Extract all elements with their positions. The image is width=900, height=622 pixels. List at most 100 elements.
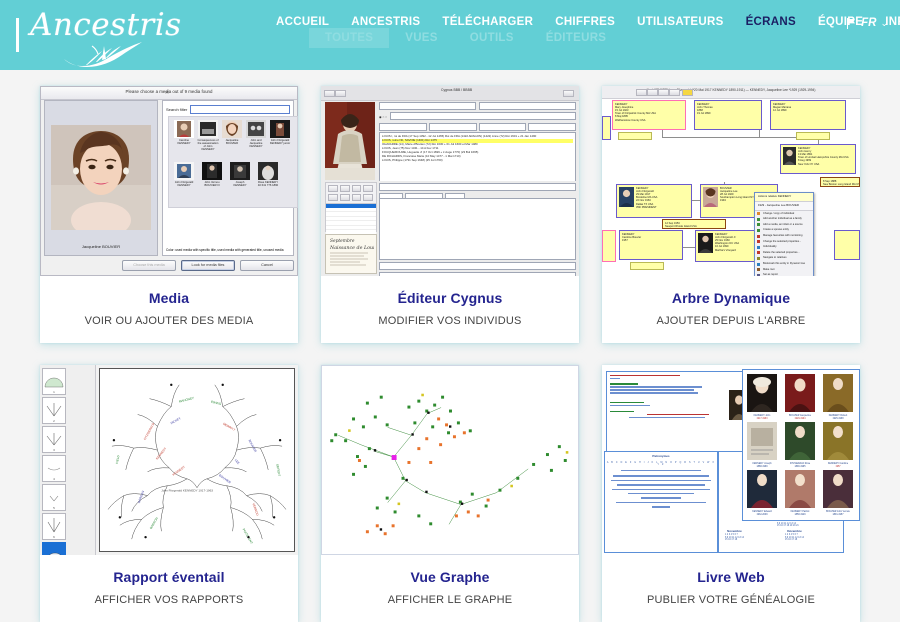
tree-zoom-in-icon[interactable] <box>636 89 647 96</box>
web-book-document-panel[interactable] <box>606 371 754 453</box>
fan-thumbnail-7[interactable]: 7 <box>42 542 66 555</box>
events-toolbar-icon-4[interactable] <box>363 185 373 192</box>
subnav-item-editeurs[interactable]: ÉDITEURS <box>530 28 623 48</box>
main-navigation: ACCUEIL ANCESTRIS TÉLÉCHARGER CHIFFRES U… <box>265 0 900 70</box>
tree-settings-icon[interactable] <box>669 89 680 96</box>
toolbar-button-1[interactable] <box>324 90 335 97</box>
web-book-gallery-panel[interactable]: KENNEDY John 1917-1963 BOUVIER Jacqueline… <box>742 369 860 521</box>
tree-node-edge[interactable] <box>602 116 611 140</box>
context-menu-item-11[interactable]: Set as report <box>755 273 813 276</box>
events-toolbar-icon-2[interactable] <box>339 185 350 192</box>
tree-family-node[interactable] <box>630 262 664 270</box>
tree-bookmark-icon[interactable] <box>682 89 693 96</box>
nav-item-ecrans[interactable]: ÉCRANS <box>735 16 807 28</box>
action-bar-1[interactable] <box>379 123 427 131</box>
tree-family-node[interactable]: 12 Sep 1953 Newport Rhode Island USA <box>662 219 726 229</box>
events-toolbar-icon-1[interactable] <box>328 185 338 192</box>
tree-node[interactable]: KENNEDY Megan Mariana 12 Jul 1899 <box>770 100 846 130</box>
fan-chart-canvas[interactable]: John Fitzgerald KENNEDY 1917-1963 KENNED… <box>99 368 295 552</box>
nav-item-chiffres[interactable]: CHIFFRES <box>544 16 626 28</box>
tree-node[interactable]: KENNEDY John Henry 13 Mai 1891 Town of Lind… <box>780 144 856 174</box>
nav-item-ancestris[interactable]: ANCESTRIS <box>340 16 431 28</box>
status-field-secondary[interactable] <box>379 272 576 276</box>
media-thumb-label-2: Jacqueline BOUVIER <box>225 139 239 146</box>
look-for-media-files-button[interactable]: Look for media files <box>181 259 235 271</box>
media-thumb-0[interactable]: Caroline KENNEDY <box>173 120 195 145</box>
tree-node[interactable] <box>834 230 860 260</box>
language-switcher[interactable]: FR ⌄ <box>846 17 888 29</box>
nav-item-utilisateurs[interactable]: UTILISATEURS <box>626 16 734 28</box>
events-toolbar-icon-6[interactable] <box>339 194 350 201</box>
graph-view-canvas[interactable] <box>321 365 579 555</box>
field-last-name[interactable] <box>479 102 576 110</box>
cygnus-events-table[interactable] <box>325 182 377 234</box>
calendar-month-decembre: Décembre 1 2 3 4 5 6 78 9 10 11 12 13 14… <box>785 529 804 542</box>
subnav-item-vues[interactable]: VUES <box>389 28 454 48</box>
tree-node[interactable]: KENNEDY Mary Josephine 15 Jul 1923 Town of … <box>612 100 686 130</box>
detail-field-title[interactable] <box>379 183 576 191</box>
toolbar-button-2[interactable] <box>335 90 346 97</box>
choose-this-media-button[interactable]: Choose this media <box>122 259 176 271</box>
card-rapport-eventail[interactable]: 1 2 3 4 5 6 7 8 9 10 11 12 <box>40 365 298 622</box>
tree-node[interactable]: KENNEDY John Thomas 1868 19 Jul 1899 <box>694 100 762 130</box>
doc-heading <box>610 375 680 377</box>
tree-family-node[interactable]: 8 Sep 1888 New Boston Long Island MA USA <box>820 177 860 187</box>
patronymes-row <box>641 497 681 499</box>
card-title-vue-graphe: Vue Graphe <box>410 569 490 585</box>
cygnus-notes-panel[interactable] <box>379 198 576 260</box>
media-thumb-3[interactable]: John and Jacqueline KENNEDY <box>245 120 267 148</box>
events-toolbar-icon-7[interactable] <box>351 194 362 201</box>
events-toolbar-icon-5[interactable] <box>328 194 338 201</box>
card-editeur-cygnus[interactable]: Cygnus BBB / BBBB Septembre Naissance de… <box>321 86 579 343</box>
fan-thumbnail-1[interactable]: 1 <box>42 368 66 395</box>
card-vue-graphe[interactable]: Vue Graphe AFFICHER LE GRAPHE <box>321 365 579 622</box>
media-thumb-1[interactable]: Consequences of the assassination of Joh… <box>197 120 219 151</box>
status-field[interactable] <box>379 262 576 270</box>
action-bar-4[interactable] <box>528 123 576 131</box>
tree-node[interactable]: KENNEDY John Fitzgerald 29 Mai 1917 Brookli… <box>616 184 692 218</box>
media-thumb-7[interactable]: Joseph KENNEDY <box>229 162 251 187</box>
tree-zoom-out-icon[interactable] <box>647 89 658 96</box>
media-thumb-2[interactable]: Jacqueline BOUVIER <box>221 120 243 145</box>
tree-node[interactable]: KENNEDY Caroline Bouvier 1957 <box>619 230 683 260</box>
tree-context-menu[interactable]: Actions relative KENNEDY 1929 - Jacqueli… <box>754 192 814 276</box>
cancel-button[interactable]: Cancel <box>240 259 294 271</box>
cygnus-family-tree-list[interactable]: LOUIS I, roi de FRA (17 Sep 1392 - 12 Ju… <box>379 132 576 184</box>
card-title-editeur-cygnus: Éditeur Cygnus <box>397 290 503 306</box>
card-arbre-dynamique[interactable]: Noel KENNEDY, son Fitzgerald (*20 Mai 19… <box>602 86 860 343</box>
nav-item-accueil[interactable]: ACCUEIL <box>265 16 340 28</box>
sex-radio-group[interactable]: ◉ ○ ○ <box>379 115 387 119</box>
action-bar-3[interactable] <box>478 123 527 131</box>
nav-item-telecharger[interactable]: TÉLÉCHARGER <box>431 16 544 28</box>
media-thumb-5[interactable]: John Fitzgerald KENNEDY <box>173 162 195 187</box>
events-toolbar-icon-8[interactable] <box>363 194 373 201</box>
fan-thumbnail-3[interactable]: 3 <box>42 426 66 453</box>
card-media[interactable]: Please choose a media out of 9 media fou… <box>40 86 298 343</box>
subnav-item-outils[interactable]: OUTILS <box>454 28 530 48</box>
card-livre-web[interactable]: Patronymes A B C D E F G H I J K L M N O… <box>602 365 860 622</box>
subnav-item-toutes[interactable]: TOUTES <box>309 28 390 48</box>
action-bar-2[interactable] <box>428 123 477 131</box>
media-thumb-8[interactable]: Rose KENNEDY 40 641 776 1890 <box>257 162 279 187</box>
web-book-patronymes-panel[interactable]: Patronymes A B C D E F G H I J K L M N O… <box>604 451 718 553</box>
fan-thumbnail-5[interactable]: 5 <box>42 484 66 511</box>
media-thumb-6[interactable]: John Vernou BOUVIER III <box>201 162 223 187</box>
field-first-name[interactable] <box>379 102 476 110</box>
fan-thumbnail-4[interactable]: 4 <box>42 455 66 482</box>
events-toolbar-icon-3[interactable] <box>351 185 362 192</box>
media-thumb-4[interactable]: John Fitzgerald KENNEDY junior <box>269 120 291 145</box>
field-occupation[interactable] <box>389 112 576 120</box>
svg-text:1957: 1957 <box>835 466 841 468</box>
fan-thumbnail-sidebar[interactable]: 1 2 3 4 5 6 7 8 9 10 11 12 <box>40 365 96 555</box>
tree-fit-icon[interactable] <box>658 89 669 96</box>
search-filter-input[interactable] <box>190 105 290 114</box>
tree-node[interactable] <box>602 230 616 262</box>
patronymes-alphabet[interactable]: A B C D E F G H I J K L M N O P Q R S T … <box>605 462 717 466</box>
fan-thumbnail-2[interactable]: 2 <box>42 397 66 424</box>
toolbar-button-3[interactable] <box>563 90 574 97</box>
site-logo[interactable]: Ancestris <box>8 4 181 67</box>
tree-family-node[interactable] <box>618 132 652 140</box>
fan-thumbnail-6[interactable]: 6 <box>42 513 66 540</box>
close-icon[interactable]: ✕ <box>41 90 293 96</box>
tree-family-node[interactable] <box>796 132 830 140</box>
